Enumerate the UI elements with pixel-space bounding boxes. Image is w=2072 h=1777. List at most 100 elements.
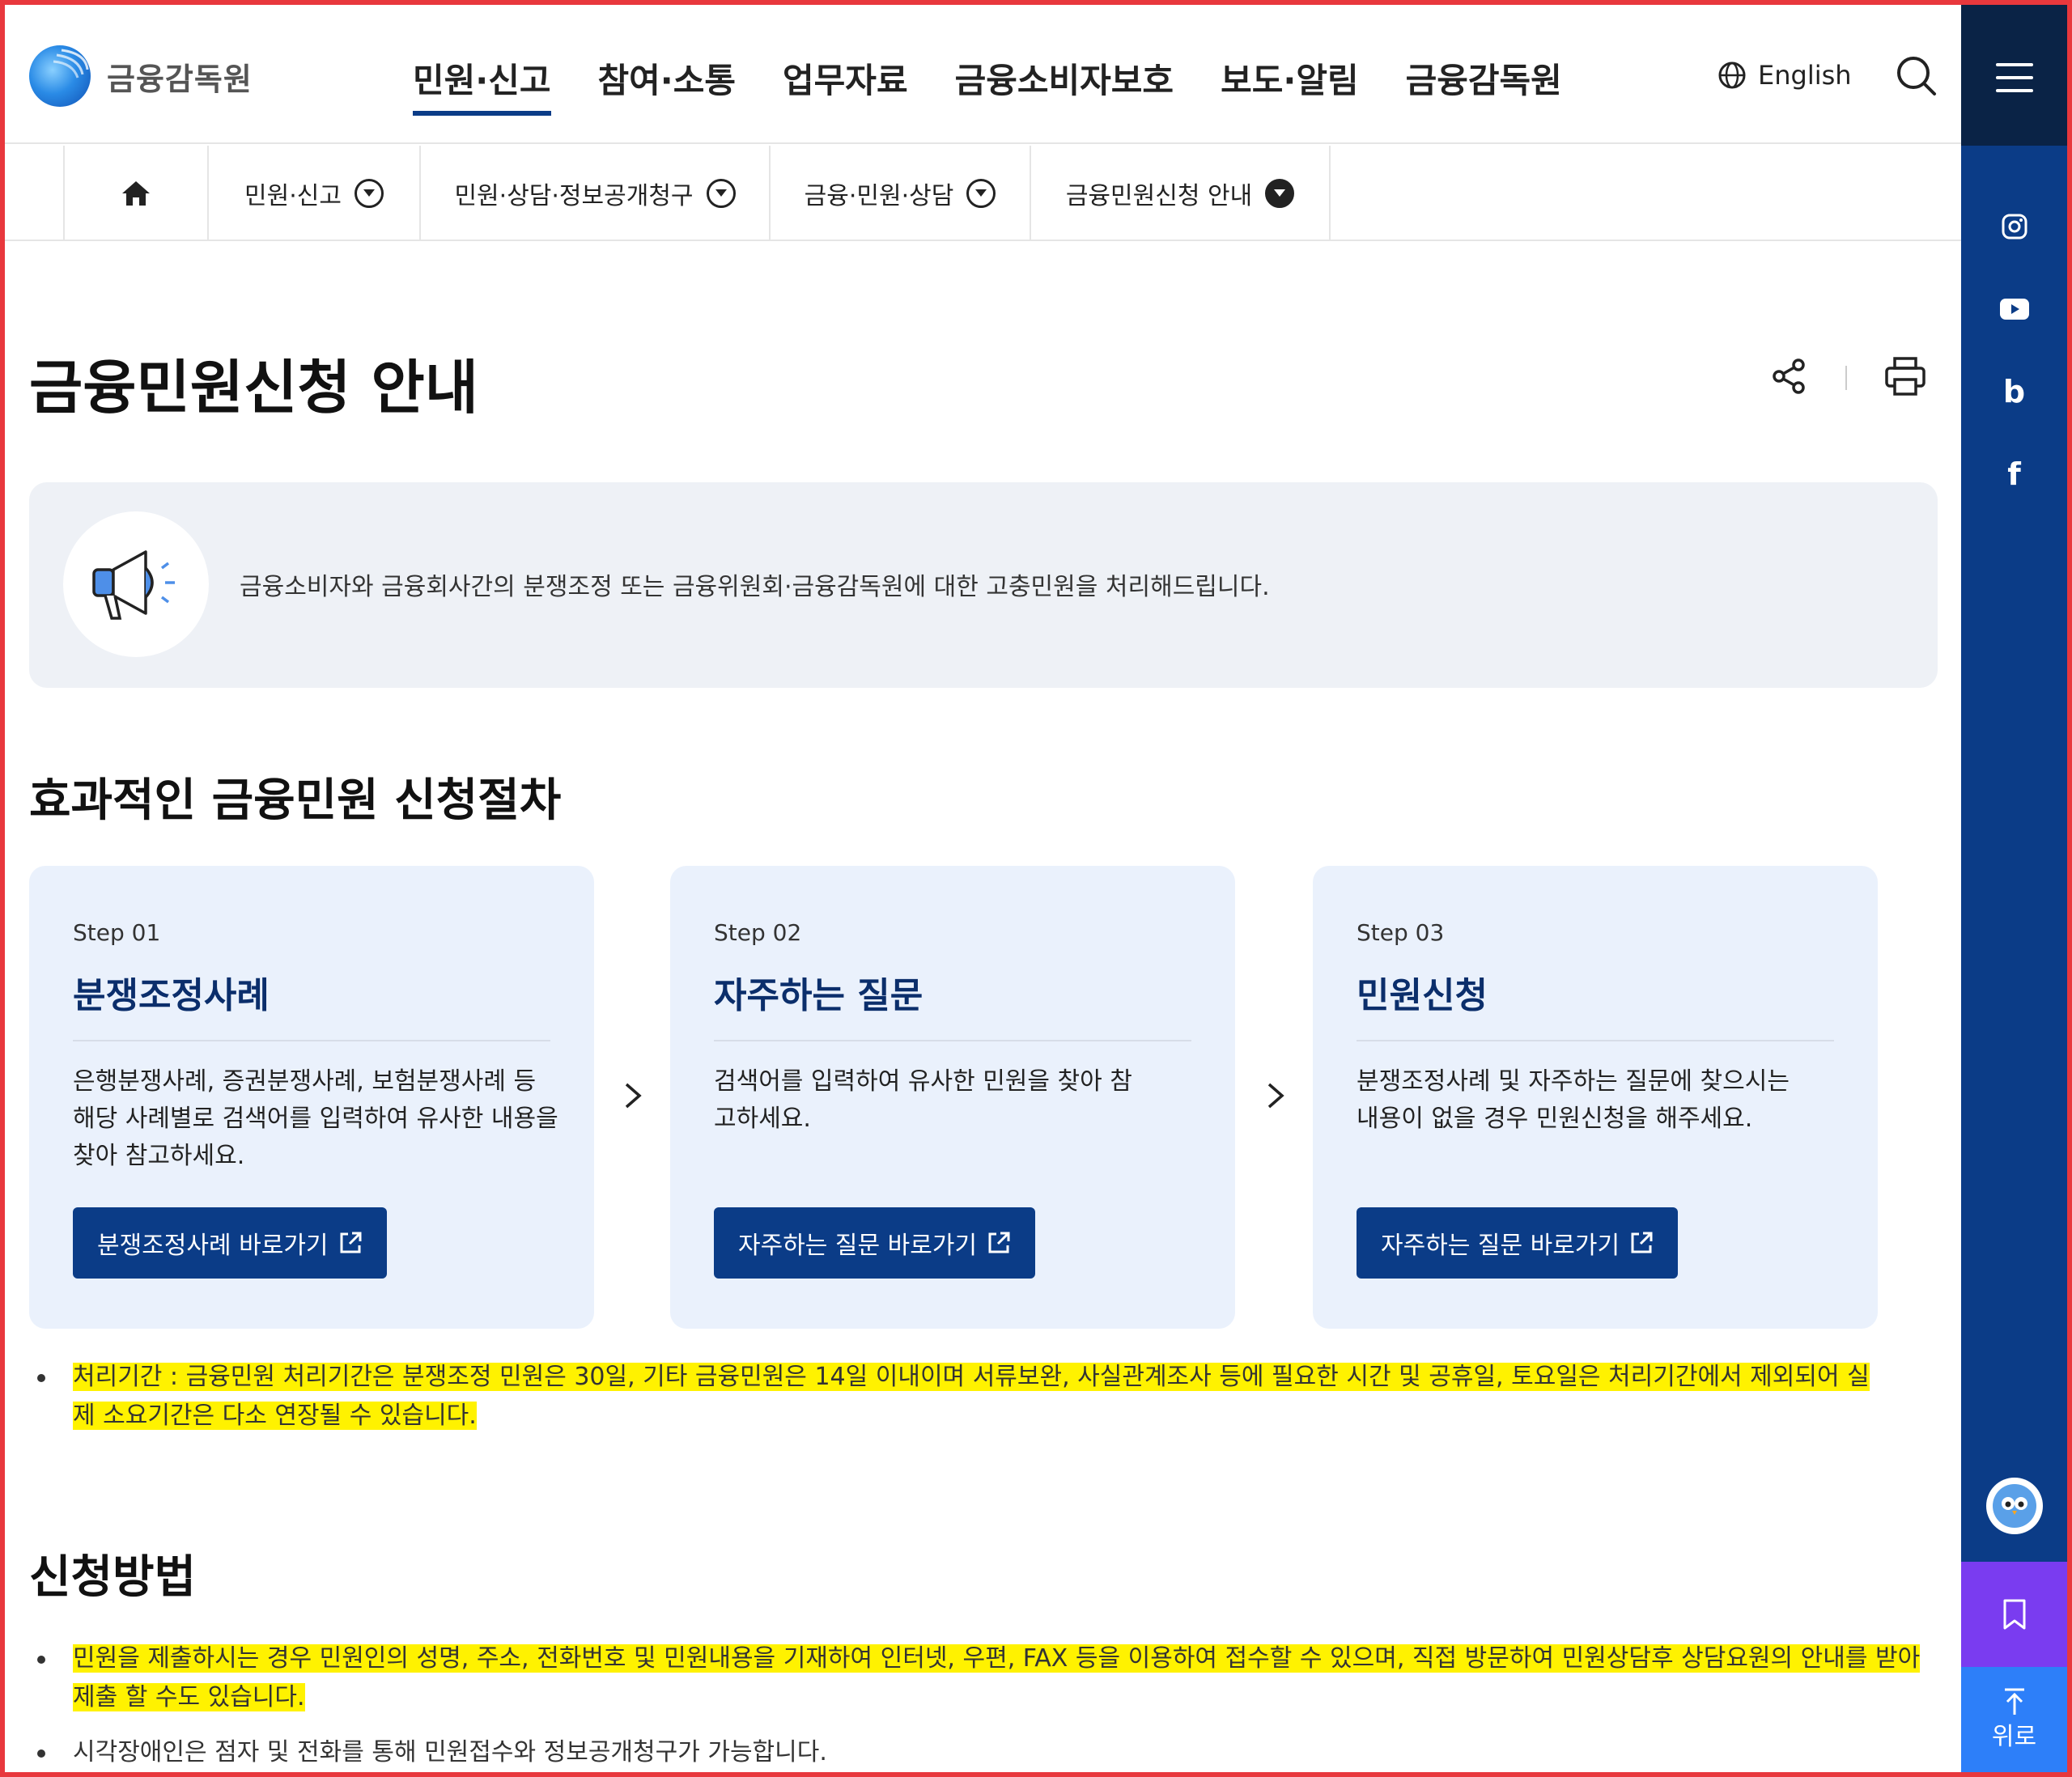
breadcrumb-label: 민원·신고 bbox=[244, 182, 342, 210]
step-description: 검색어를 입력하여 유사한 민원을 찾아 참고하세요. bbox=[714, 1067, 1132, 1133]
nav-item-participation[interactable]: 참여·소통 bbox=[598, 53, 737, 116]
breadcrumb-item-1[interactable]: 민원·신고 bbox=[207, 146, 419, 241]
method-text: 시각장애인은 점자 및 전화를 통해 민원접수와 정보공개청구가 가능합니다. bbox=[73, 1738, 827, 1766]
menu-bar bbox=[1996, 76, 2033, 79]
nav-item-consumer-protection[interactable]: 금융소비자보호 bbox=[955, 53, 1174, 116]
blog-icon: b bbox=[2002, 374, 2026, 409]
nav-item-complaint[interactable]: 민원·신고 bbox=[413, 53, 551, 116]
menu-bar bbox=[1996, 63, 2033, 66]
scroll-top-button[interactable]: 위로 bbox=[1961, 1667, 2067, 1772]
main-nav: 민원·신고 참여·소통 업무자료 금융소비자보호 보도·알림 금융감독원 bbox=[413, 53, 1562, 116]
logo-text: 금융감독원 bbox=[107, 61, 253, 97]
tools-divider bbox=[1845, 366, 1847, 390]
logo-globe-icon bbox=[29, 45, 91, 107]
chevron-down-icon bbox=[354, 179, 384, 208]
arrow-up-icon bbox=[2004, 1688, 2024, 1715]
nav-item-fss[interactable]: 금융감독원 bbox=[1406, 53, 1562, 116]
step-divider bbox=[1357, 1040, 1834, 1041]
step-description: 은행분쟁사례, 증권분쟁사례, 보험분쟁사례 등 해당 사례별로 검색어를 입력… bbox=[73, 1067, 558, 1170]
breadcrumb-item-3[interactable]: 금융·민원·상담 bbox=[769, 146, 1030, 241]
step-number: Step 02 bbox=[714, 919, 802, 946]
chatbot-button[interactable] bbox=[1986, 1478, 2043, 1534]
share-icon bbox=[1773, 358, 1805, 394]
globe-icon bbox=[1718, 61, 1746, 89]
step-number: Step 03 bbox=[1357, 919, 1445, 946]
note-text: 처리기간 : 금융민원 처리기간은 분쟁조정 민원은 30일, 기타 금융민원은… bbox=[73, 1363, 1870, 1430]
scroll-top-label: 위로 bbox=[1991, 1723, 2037, 1751]
youtube-link[interactable] bbox=[1961, 285, 2067, 333]
method-item-1: 민원을 제출하시는 경우 민원인의 성명, 주소, 전화번호 및 민원내용을 기… bbox=[37, 1639, 1939, 1717]
method-item-2: 시각장애인은 점자 및 전화를 통해 민원접수와 정보공개청구가 가능합니다. bbox=[37, 1733, 1939, 1772]
breadcrumb-item-2[interactable]: 민원·상담·정보공개청구 bbox=[419, 146, 769, 241]
print-icon bbox=[1885, 357, 1926, 396]
breadcrumb-label: 금융·민원·상담 bbox=[804, 182, 954, 210]
button-label: 분쟁조정사례 바로가기 bbox=[97, 1232, 329, 1260]
megaphone-icon bbox=[92, 550, 175, 620]
home-icon bbox=[122, 181, 150, 206]
menu-panel bbox=[1961, 5, 2067, 146]
faq-button[interactable]: 자주하는 질문 바로가기 bbox=[714, 1207, 1036, 1279]
step-number: Step 01 bbox=[73, 919, 161, 946]
quick-sidebar: b f 위로 bbox=[1961, 5, 2067, 1772]
method-heading: 신청방법 bbox=[29, 1551, 197, 1604]
page-tools bbox=[1769, 356, 1926, 400]
chevron-down-icon bbox=[966, 179, 996, 208]
site-header: 금융감독원 민원·신고 참여·소통 업무자료 금융소비자보호 보도·알림 금융감… bbox=[5, 5, 1961, 144]
facebook-link[interactable]: f bbox=[1961, 450, 2067, 498]
external-link-icon bbox=[988, 1232, 1010, 1253]
nav-item-press[interactable]: 보도·알림 bbox=[1221, 53, 1359, 116]
step-title: 분쟁조정사례 bbox=[73, 975, 270, 1016]
step-card-1: Step 01 분쟁조정사례 은행분쟁사례, 증권분쟁사례, 보험분쟁사례 등 … bbox=[29, 866, 594, 1329]
step-title: 민원신청 bbox=[1357, 975, 1488, 1016]
breadcrumb-item-current[interactable]: 금융민원신청 안내 bbox=[1030, 146, 1331, 241]
intro-text: 금융소비자와 금융회사간의 분쟁조정 또는 금융위원회·금융감독원에 대한 고충… bbox=[240, 573, 1270, 601]
breadcrumb: 민원·신고 민원·상담·정보공개청구 금융·민원·상담 금융민원신청 안내 bbox=[5, 146, 1961, 241]
step-title: 자주하는 질문 bbox=[714, 975, 923, 1016]
share-button[interactable] bbox=[1769, 357, 1808, 399]
complaint-apply-button[interactable]: 자주하는 질문 바로가기 bbox=[1357, 1207, 1679, 1279]
processing-period-note: 처리기간 : 금융민원 처리기간은 분쟁조정 민원은 30일, 기타 금융민원은… bbox=[37, 1358, 1883, 1436]
bullet-dot bbox=[37, 1656, 45, 1664]
step-arrow-icon bbox=[623, 1081, 643, 1118]
step-card-2: Step 02 자주하는 질문 검색어를 입력하여 유사한 민원을 찾아 참고하… bbox=[670, 866, 1235, 1329]
site-logo[interactable]: 금융감독원 bbox=[29, 45, 253, 107]
page-title: 금융민원신청 안내 bbox=[29, 354, 478, 422]
bullet-dot bbox=[37, 1374, 45, 1382]
breadcrumb-label: 민원·상담·정보공개청구 bbox=[454, 182, 694, 210]
breadcrumb-label: 금융민원신청 안내 bbox=[1065, 182, 1253, 210]
youtube-icon bbox=[1999, 299, 2029, 320]
button-label: 자주하는 질문 바로가기 bbox=[738, 1232, 978, 1260]
bookmark-button[interactable] bbox=[1961, 1562, 2067, 1667]
step-divider bbox=[714, 1040, 1191, 1041]
instagram-link[interactable] bbox=[1961, 202, 2067, 251]
blog-link[interactable]: b bbox=[1961, 367, 2067, 416]
search-button[interactable] bbox=[1896, 55, 1938, 100]
language-label: English bbox=[1758, 60, 1852, 91]
step-arrow-icon bbox=[1266, 1081, 1285, 1118]
bullet-dot bbox=[37, 1749, 45, 1758]
external-link-icon bbox=[1631, 1232, 1653, 1253]
instagram-icon bbox=[2002, 214, 2027, 240]
intro-box: 금융소비자와 금융회사간의 분쟁조정 또는 금융위원회·금융감독원에 대한 고충… bbox=[29, 482, 1938, 688]
menu-bar bbox=[1996, 89, 2033, 92]
print-button[interactable] bbox=[1884, 356, 1926, 400]
procedure-heading: 효과적인 금융민원 신청절차 bbox=[29, 774, 562, 827]
step-description: 분쟁조정사례 및 자주하는 질문에 찾으시는 내용이 없을 경우 민원신청을 해… bbox=[1357, 1067, 1790, 1133]
language-link[interactable]: English bbox=[1717, 60, 1852, 91]
step-card-3: Step 03 민원신청 분쟁조정사례 및 자주하는 질문에 찾으시는 내용이 … bbox=[1313, 866, 1878, 1329]
dispute-cases-button[interactable]: 분쟁조정사례 바로가기 bbox=[73, 1207, 387, 1279]
megaphone-badge bbox=[63, 511, 209, 657]
step-divider bbox=[73, 1040, 550, 1041]
breadcrumb-home[interactable] bbox=[63, 146, 207, 241]
chevron-down-icon bbox=[706, 179, 736, 208]
menu-button[interactable] bbox=[1996, 63, 2033, 92]
button-label: 자주하는 질문 바로가기 bbox=[1381, 1232, 1620, 1260]
facebook-icon: f bbox=[2007, 456, 2021, 492]
bookmark-icon bbox=[2003, 1599, 2025, 1630]
external-link-icon bbox=[340, 1232, 362, 1253]
chevron-down-icon bbox=[1265, 179, 1295, 208]
owl-chatbot-icon bbox=[1993, 1484, 2036, 1528]
method-text: 민원을 제출하시는 경우 민원인의 성명, 주소, 전화번호 및 민원내용을 기… bbox=[73, 1644, 1921, 1711]
nav-item-work-data[interactable]: 업무자료 bbox=[783, 53, 908, 116]
search-icon bbox=[1897, 57, 1936, 95]
